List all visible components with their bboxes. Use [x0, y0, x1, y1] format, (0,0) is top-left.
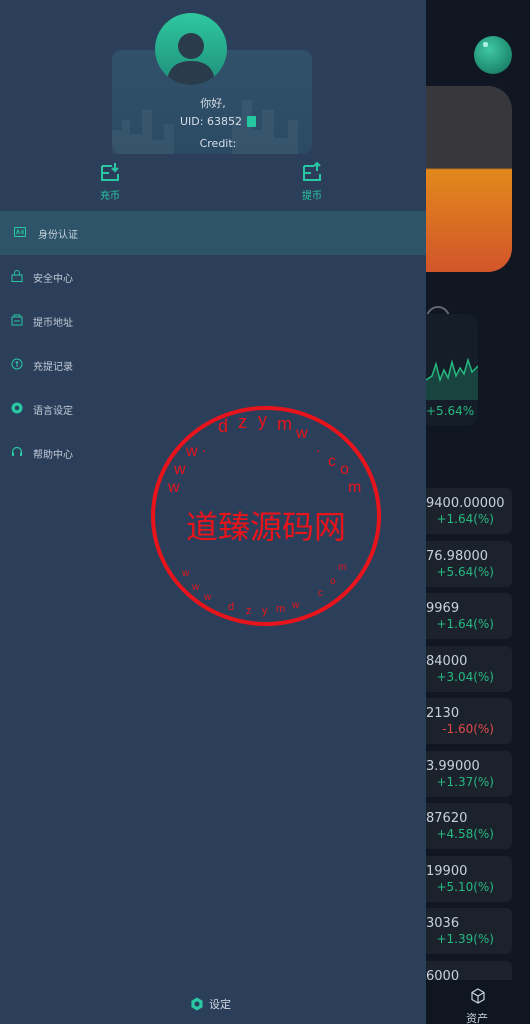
ticker-row[interactable]: 19900 +5.10(%) [426, 855, 512, 902]
ticker-change: -1.60(%) [442, 722, 494, 736]
deposit-button[interactable]: 充币 [80, 160, 140, 202]
ticker-row[interactable]: 76.98000 +5.64(%) [426, 540, 512, 587]
withdraw-label: 提币 [302, 191, 322, 202]
stamp-url-char: w [185, 443, 198, 460]
ticker-change: +1.37(%) [436, 774, 494, 789]
ticker-price: 76.98000 [426, 548, 489, 564]
ticker-price: 2130 [426, 706, 460, 721]
watermark-stamp: w w w . d z y m w . c o m w w w d z y m … [151, 406, 381, 626]
stamp-url-char: w [203, 592, 212, 603]
stamp-url-char: w [291, 600, 300, 611]
background-page: ↻ +5.64% 9400.00000+1.64(%)76.98000+5.64… [426, 0, 530, 1024]
user-avatar-icon [167, 33, 215, 85]
stamp-url-char: w [295, 425, 308, 442]
stamp-url-char: w [167, 479, 180, 496]
ticker-row[interactable]: 3036 +1.39(%) [426, 908, 512, 954]
menu-item-label: 帮助中心 [33, 450, 73, 461]
settings-label[interactable]: 设定 [209, 996, 231, 1012]
background-tab-assets[interactable]: 资产 [426, 980, 530, 1024]
stamp-url-char: m [277, 414, 292, 434]
menu-item-label: 充提记录 [33, 362, 73, 373]
stamp-url-char: c [318, 588, 323, 599]
menu-item-withdraw-address[interactable]: 提币地址 [0, 299, 426, 343]
ticker-row[interactable]: 9969 +1.64(%) [426, 593, 512, 639]
record-icon [11, 358, 23, 370]
stamp-url-char: . [202, 439, 206, 456]
ticker-change: +5.10(%) [436, 879, 494, 894]
menu-item-label: 安全中心 [33, 274, 73, 285]
copy-icon[interactable] [247, 116, 256, 127]
language-icon [11, 402, 23, 414]
ticker-row[interactable]: 87620 +4.58(%) [426, 803, 512, 849]
user-uid: UID: 63852 [180, 115, 242, 128]
menu-item-identity[interactable]: 身份认证 [0, 211, 426, 255]
address-icon [11, 314, 23, 326]
deposit-icon [101, 163, 119, 181]
tab-assets-label: 资产 [466, 1012, 488, 1024]
stamp-url-char: y [258, 410, 267, 430]
stamp-url-char: w [191, 582, 200, 593]
ticker-change: +1.64(%) [436, 617, 494, 631]
deposit-label: 充币 [100, 191, 120, 202]
banner-wave [426, 156, 512, 168]
ticker-change: +5.64(%) [436, 564, 494, 579]
ticker-price: 9969 [426, 601, 460, 616]
stamp-url-char: . [316, 439, 320, 456]
menu-item-label: 身份认证 [38, 230, 78, 241]
ticker-price: 9400.00000 [426, 496, 505, 511]
stamp-url-char: m [338, 562, 346, 573]
stamp-url-char: c [328, 453, 336, 470]
stamp-url-char: m [276, 603, 285, 615]
stamp-url-char: w [173, 461, 186, 478]
menu-item-records[interactable]: 充提记录 [0, 343, 426, 387]
stamp-url-char: z [246, 605, 252, 617]
user-avatar[interactable] [155, 13, 227, 85]
stamp-url-char: w [181, 568, 190, 579]
ticker-change: +1.64(%) [436, 512, 494, 526]
withdraw-icon [303, 161, 321, 181]
stamp-url-char: d [218, 416, 228, 436]
mini-chart-change: +5.64% [426, 404, 475, 418]
ticker-row[interactable]: 84000 +3.04(%) [426, 645, 512, 692]
background-mini-chart-card[interactable]: +5.64% [426, 314, 478, 426]
ticker-price: 87620 [426, 811, 468, 826]
id-card-icon [14, 227, 26, 237]
ticker-change: +3.04(%) [436, 669, 494, 684]
ticker-row[interactable]: 3.99000 +1.37(%) [426, 750, 512, 797]
headset-icon [11, 446, 23, 456]
stamp-url-char: o [330, 576, 336, 587]
ticker-row[interactable]: 9400.00000 +1.64(%) [426, 488, 512, 534]
ticker-row[interactable]: 2130 -1.60(%) [426, 698, 512, 744]
stamp-url-char: y [262, 605, 268, 617]
menu-item-label: 提币地址 [33, 318, 73, 329]
ticker-change: +4.58(%) [436, 827, 494, 841]
stamp-url-char: m [348, 479, 361, 496]
stamp-url-char: d [228, 601, 234, 613]
cube-icon [471, 988, 485, 1004]
stamp-url-char: z [238, 412, 247, 432]
ticker-price: 3.99000 [426, 758, 480, 774]
background-avatar[interactable] [474, 36, 512, 74]
ticker-price: 3036 [426, 916, 460, 931]
credit-text: Credit: [199, 137, 237, 150]
background-banner-card[interactable]: ↻ [426, 86, 512, 330]
menu-item-security[interactable]: 安全中心 [0, 255, 426, 299]
ticker-price: 84000 [426, 653, 468, 669]
lock-icon [11, 270, 23, 282]
settings-gear-icon[interactable] [190, 997, 204, 1011]
ticker-change: +1.39(%) [436, 932, 494, 946]
stamp-title: 道臻源码网 [186, 508, 346, 546]
withdraw-button[interactable]: 提币 [282, 160, 342, 202]
menu-item-label: 语言设定 [33, 406, 73, 417]
mini-chart-line [426, 357, 478, 400]
ticker-price: 19900 [426, 863, 468, 879]
stamp-url-char: o [340, 461, 349, 478]
greeting-text: 你好, [200, 97, 226, 110]
